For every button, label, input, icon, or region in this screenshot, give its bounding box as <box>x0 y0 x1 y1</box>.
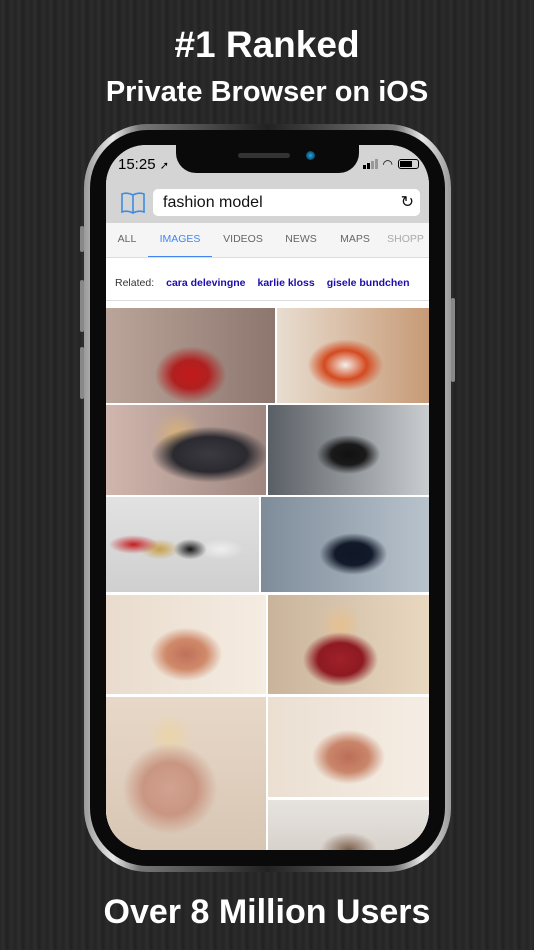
image-result[interactable] <box>268 595 429 694</box>
image-result[interactable] <box>268 405 429 495</box>
time-text: 15:25 <box>118 156 156 173</box>
location-arrow-icon: ➚ <box>159 160 169 172</box>
related-link[interactable]: karlie kloss <box>257 277 314 289</box>
tab-maps[interactable]: MAPS <box>328 223 382 257</box>
wifi-icon: ◠ <box>382 157 393 171</box>
image-result[interactable] <box>268 697 429 797</box>
related-searches: Related: cara delevingne karlie kloss gi… <box>106 265 429 301</box>
status-time: 15:25 ➚ <box>118 156 169 173</box>
bottom-headline: Over 8 Million Users <box>103 893 431 931</box>
address-input[interactable]: fashion model <box>163 194 263 212</box>
reload-icon[interactable]: ↻ <box>401 192 414 212</box>
image-result[interactable] <box>106 405 266 495</box>
search-tabs: ALL IMAGES VIDEOS NEWS MAPS SHOPP <box>106 223 429 258</box>
headline: #1 Ranked <box>174 24 360 65</box>
tab-news[interactable]: NEWS <box>274 223 328 257</box>
image-result[interactable] <box>268 800 429 850</box>
related-label: Related: <box>115 276 155 289</box>
image-result[interactable] <box>261 497 429 592</box>
signal-icon <box>362 159 378 169</box>
tab-images[interactable]: IMAGES <box>148 223 212 257</box>
tab-all[interactable]: ALL <box>106 223 148 257</box>
image-result[interactable] <box>106 595 266 694</box>
book-icon[interactable] <box>120 191 146 221</box>
notch <box>176 145 359 173</box>
related-link[interactable]: cara delevingne <box>166 277 245 289</box>
camera-icon <box>306 151 315 160</box>
image-result[interactable] <box>277 308 429 403</box>
battery-icon <box>398 159 419 169</box>
image-result[interactable] <box>106 697 266 850</box>
related-link[interactable]: gisele bundchen <box>327 277 410 289</box>
phone-screen: 15:25 ➚ ◠ fashion model ↻ ALL IMAGES VID… <box>106 145 429 850</box>
tab-shopping[interactable]: SHOPP <box>382 223 429 257</box>
address-bar[interactable]: fashion model ↻ <box>153 189 420 216</box>
phone-side-button <box>451 298 455 382</box>
image-result[interactable] <box>106 308 275 403</box>
status-icons: ◠ <box>362 157 419 171</box>
tab-videos[interactable]: VIDEOS <box>212 223 274 257</box>
image-result[interactable] <box>106 497 259 592</box>
subheadline: Private Browser on iOS <box>105 76 429 108</box>
